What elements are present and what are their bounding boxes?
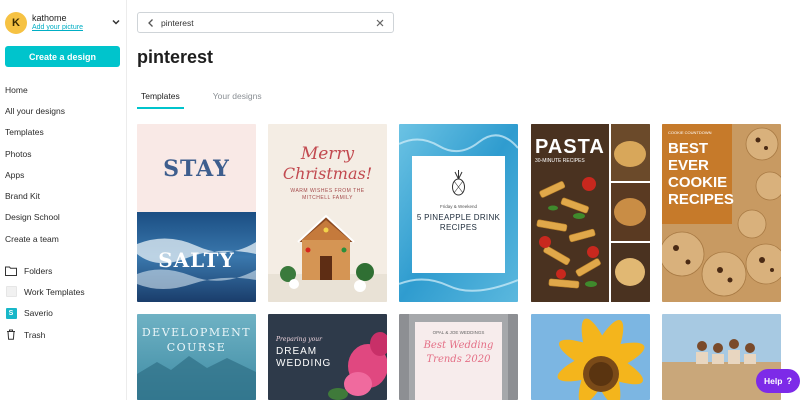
- sidebar-item-design-school[interactable]: Design School: [0, 207, 126, 228]
- card-kicker: COOKIE COUNTDOWN: [668, 130, 712, 135]
- card-title-top: STAY: [163, 156, 230, 182]
- card-title-1: DREAM: [276, 346, 318, 357]
- card-title-1: DEVELOPMENT: [141, 326, 252, 339]
- template-card-sunflower[interactable]: [531, 314, 650, 400]
- sidebar-item-trash[interactable]: Trash: [0, 324, 126, 345]
- page-title: pinterest: [137, 47, 214, 67]
- sidebar-item-folders[interactable]: Folders: [0, 260, 126, 281]
- card-subtitle-1: WARM WISHES FROM THE: [290, 188, 365, 194]
- avatar[interactable]: K: [5, 12, 27, 34]
- card-script-1: Merry: [300, 144, 355, 164]
- card-subtitle-2: MITCHELL FAMILY: [302, 195, 353, 201]
- tab-your-designs[interactable]: Your designs: [209, 89, 266, 109]
- template-card-wedding-trends[interactable]: OPAL & JOE WEDDINGS Best Wedding Trends …: [399, 314, 518, 400]
- account-name: kathome: [32, 13, 67, 23]
- template-card-merry-christmas[interactable]: Merry Christmas! WARM WISHES FROM THE MI…: [268, 124, 387, 302]
- card-title-2: Trends 2020: [426, 354, 491, 365]
- card-script-2: Christmas!: [282, 164, 373, 183]
- sidebar-item-work-templates[interactable]: Work Templates: [0, 281, 126, 302]
- sidebar-item-apps[interactable]: Apps: [0, 164, 126, 185]
- card-title-1: Best Wedding: [423, 340, 494, 351]
- chevron-down-icon[interactable]: [111, 17, 121, 27]
- tab-templates[interactable]: Templates: [137, 89, 184, 109]
- template-card-cookie-recipes[interactable]: COOKIE COUNTDOWN BEST EVER COOKIE RECIPE…: [662, 124, 781, 302]
- sidebar-item-photos[interactable]: Photos: [0, 143, 126, 164]
- search-input[interactable]: [161, 15, 361, 30]
- card-subtitle: 30-MINUTE RECIPES: [535, 158, 585, 164]
- card-title-2: EVER: [668, 157, 709, 174]
- sidebar: K kathome Add your picture Create a desi…: [0, 0, 127, 400]
- card-artwork: [531, 314, 650, 400]
- card-artwork: [137, 124, 256, 302]
- work-templates-icon: [5, 286, 17, 298]
- close-icon[interactable]: [375, 18, 385, 28]
- template-card-stay-salty[interactable]: STAY SALTY: [137, 124, 256, 302]
- sidebar-item-create-team[interactable]: Create a team: [0, 228, 126, 249]
- saverio-folder-icon: S: [5, 307, 17, 319]
- template-card-dream-wedding[interactable]: Preparing your DREAM WEDDING: [268, 314, 387, 400]
- template-card-pineapple-recipes[interactable]: Friday & Weekend 5 PINEAPPLE DRINK RECIP…: [399, 124, 518, 302]
- sidebar-item-label: Work Templates: [24, 286, 85, 297]
- sidebar-item-templates[interactable]: Templates: [0, 122, 126, 143]
- card-kicker: OPAL & JOE WEDDINGS: [432, 330, 485, 335]
- card-title-bottom: SALTY: [158, 248, 235, 272]
- card-title-4: RECIPES: [668, 191, 734, 208]
- card-kicker: Preparing your: [276, 336, 323, 343]
- create-design-button[interactable]: Create a design: [5, 46, 120, 67]
- back-arrow-icon[interactable]: [146, 18, 156, 28]
- trash-icon: [5, 329, 17, 341]
- tab-bar: Templates Your designs: [137, 89, 291, 109]
- card-kicker: Friday & Weekend: [440, 204, 477, 209]
- template-card-pasta[interactable]: PASTA 30-MINUTE RECIPES: [531, 124, 650, 302]
- help-button[interactable]: Help ?: [756, 369, 800, 393]
- sidebar-nav: Home All your designs Templates Photos A…: [0, 79, 126, 249]
- folder-icon: [5, 265, 17, 277]
- card-title-3: COOKIE: [668, 174, 728, 191]
- sidebar-item-label: Saverio: [24, 308, 53, 319]
- card-title-2: COURSE: [166, 341, 227, 354]
- help-label: Help: [764, 376, 783, 386]
- add-picture-link[interactable]: Add your picture: [32, 24, 83, 31]
- sidebar-folders: Folders Work Templates S Saverio Trash: [0, 260, 126, 345]
- sidebar-item-home[interactable]: Home: [0, 79, 126, 100]
- search-bar: [137, 12, 394, 33]
- sidebar-item-brand-kit[interactable]: Brand Kit: [0, 185, 126, 206]
- account-menu[interactable]: K kathome Add your picture: [5, 12, 123, 36]
- card-title-1: 5 PINEAPPLE DRINK: [416, 213, 501, 222]
- template-card-development-course[interactable]: DEVELOPMENT COURSE: [137, 314, 256, 400]
- sidebar-item-label: Trash: [24, 329, 46, 340]
- sidebar-item-all-designs[interactable]: All your designs: [0, 100, 126, 121]
- sidebar-item-saverio[interactable]: S Saverio: [0, 303, 126, 324]
- card-artwork: [268, 314, 387, 400]
- card-title-2: RECIPES: [439, 223, 478, 232]
- app: K kathome Add your picture Create a desi…: [0, 0, 800, 400]
- help-question-icon: ?: [786, 376, 792, 386]
- card-title-2: WEDDING: [276, 358, 332, 369]
- card-title-1: BEST: [668, 140, 709, 157]
- card-title: PASTA: [535, 136, 605, 158]
- sidebar-item-label: Folders: [24, 265, 53, 276]
